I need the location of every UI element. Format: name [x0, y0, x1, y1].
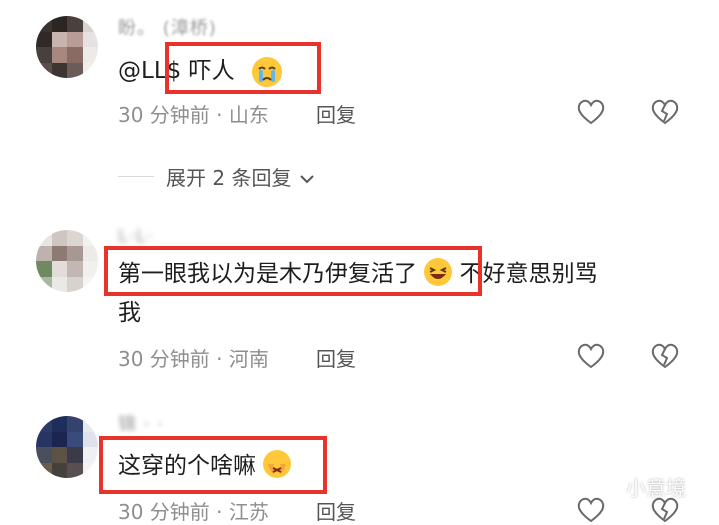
comment-text: 第一眼我以为是木乃伊复活了 不好意思别骂 [118, 257, 598, 291]
expand-replies-label: 展开 2 条回复 [166, 166, 292, 190]
reply-button[interactable]: 回复 [316, 496, 356, 525]
expand-replies-button[interactable]: 展开 2 条回复 [166, 162, 316, 191]
comment-text: 这穿的个啥嘛 [118, 449, 292, 483]
reply-button[interactable]: 回复 [316, 99, 356, 128]
comment-text: @LL$ 吓人 [118, 58, 235, 84]
username[interactable]: 盼。 (漳桥) [118, 14, 217, 40]
facepalm-emoji-icon [263, 450, 292, 478]
time-location: 30 分钟前 · 河南 [118, 347, 269, 371]
comment-text-line1: 第一眼我以为是木乃伊复活了 [118, 261, 417, 287]
dislike-broken-heart-icon[interactable] [650, 342, 680, 370]
username[interactable]: L·L· [118, 226, 154, 247]
like-heart-icon[interactable] [576, 98, 606, 126]
time-location: 30 分钟前 · 江苏 [118, 500, 269, 524]
watermark: 小意境 [626, 476, 686, 500]
like-heart-icon[interactable] [576, 342, 606, 370]
chevron-down-icon [298, 166, 316, 190]
dislike-broken-heart-icon[interactable] [650, 98, 680, 126]
comment-text-continued: 不好意思别骂 [459, 261, 598, 287]
laughing-emoji-icon [424, 258, 453, 286]
reply-button[interactable]: 回复 [316, 343, 356, 372]
time-location: 30 分钟前 · 山东 [118, 103, 269, 127]
avatar[interactable] [36, 16, 98, 78]
comment-text-line2: 我 [118, 300, 141, 326]
avatar[interactable] [36, 416, 98, 478]
avatar[interactable] [36, 230, 98, 292]
comment-text-body: 这穿的个啥嘛 [118, 453, 256, 479]
username[interactable]: 锦 · · [118, 410, 164, 436]
like-heart-icon[interactable] [576, 496, 606, 524]
crying-emoji-icon [252, 57, 282, 87]
expand-divider [118, 176, 154, 177]
